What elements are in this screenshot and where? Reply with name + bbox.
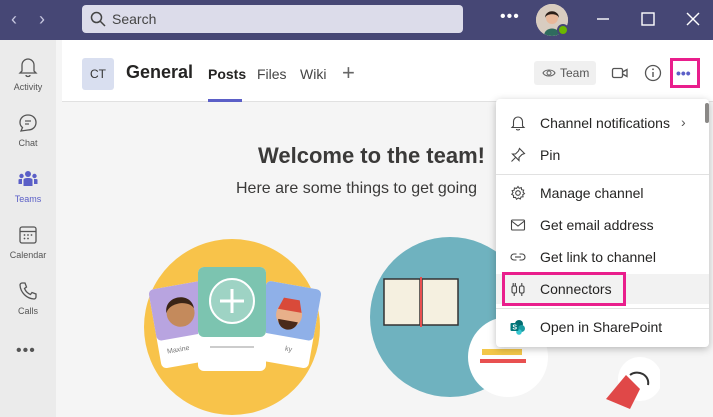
menu-item-get-link-to-channel[interactable]: Get link to channel	[496, 242, 709, 272]
minimize-icon[interactable]	[592, 8, 614, 30]
info-icon[interactable]	[644, 64, 662, 82]
settings-more-button[interactable]: •••	[500, 8, 520, 26]
tab-posts[interactable]: Posts	[208, 66, 246, 82]
teams-icon	[18, 171, 38, 186]
add-tab-button[interactable]: +	[342, 60, 355, 86]
tab-files[interactable]: Files	[257, 66, 287, 82]
menu-divider	[496, 308, 709, 309]
menu-item-get-email-address[interactable]: Get email address	[496, 210, 709, 240]
bell-icon	[18, 58, 38, 78]
rail-item-calls[interactable]: Calls	[0, 274, 56, 326]
channel-title: General	[126, 62, 194, 82]
more-apps-button[interactable]: •••	[16, 342, 36, 360]
menu-item-channel-notifications[interactable]: Channel notifications ›	[496, 108, 709, 138]
rail-item-teams[interactable]: Teams	[0, 162, 56, 214]
menu-item-label: Open in SharePoint	[540, 319, 663, 335]
link-icon	[510, 253, 526, 261]
menu-item-label: Channel notifications	[540, 115, 670, 131]
gear-icon	[510, 185, 526, 201]
rail-item-label: Teams	[14, 194, 42, 204]
menu-item-label: Manage channel	[540, 185, 644, 201]
app-rail: Activity Chat Teams Calendar Calls •••	[0, 40, 56, 417]
meet-video-icon[interactable]	[611, 64, 629, 82]
svg-text:S: S	[512, 325, 517, 332]
menu-item-pin[interactable]: Pin	[496, 140, 709, 170]
menu-item-label: Get link to channel	[540, 249, 656, 265]
calendar-icon	[19, 226, 37, 244]
welcome-subtitle: Here are some things to get going	[236, 180, 478, 197]
chevron-right-icon: ›	[681, 114, 686, 130]
presence-available-icon	[557, 24, 569, 36]
menu-item-label: Pin	[540, 147, 561, 163]
rail-item-label: Activity	[13, 82, 43, 92]
phone-icon	[19, 282, 37, 300]
rail-item-chat[interactable]: Chat	[0, 106, 56, 158]
add-people-illustration: Maxine ky	[144, 239, 322, 415]
chat-icon	[19, 114, 37, 132]
menu-item-manage-channel[interactable]: Manage channel	[496, 178, 709, 208]
tab-wiki[interactable]: Wiki	[300, 66, 326, 82]
channel-header: CT General Posts Files Wiki + Team •••	[62, 40, 713, 102]
sharepoint-icon: S	[510, 320, 525, 335]
rail-item-calendar[interactable]: Calendar	[0, 218, 56, 270]
welcome-heading: Welcome to the team!	[258, 143, 485, 168]
rail-item-label: Chat	[18, 138, 38, 148]
more-options-icon: •••	[676, 65, 691, 81]
close-icon[interactable]	[682, 8, 704, 30]
search-input[interactable]: Search	[82, 5, 463, 33]
team-button-label: Team	[560, 66, 590, 80]
forward-arrow-icon[interactable]: ›	[30, 8, 54, 30]
menu-item-open-in-sharepoint[interactable]: S Open in SharePoint	[496, 312, 709, 342]
active-tab-indicator	[208, 99, 242, 102]
rail-item-label: Calendar	[9, 250, 47, 260]
channel-more-options-button[interactable]: •••	[670, 58, 700, 88]
title-bar: ‹ › Search •••	[0, 0, 713, 40]
partial-illustration	[606, 357, 660, 409]
mail-icon	[510, 219, 526, 231]
eye-icon	[542, 69, 556, 77]
rail-item-activity[interactable]: Activity	[0, 50, 56, 102]
team-badge: CT	[82, 58, 114, 90]
menu-scrollbar[interactable]	[705, 103, 709, 123]
bell-icon	[510, 116, 526, 131]
back-arrow-icon[interactable]: ‹	[2, 8, 26, 30]
connectors-highlight-box	[502, 272, 626, 306]
rail-item-label: Calls	[17, 306, 38, 316]
search-icon	[90, 11, 106, 27]
team-button[interactable]: Team	[534, 61, 596, 85]
search-placeholder: Search	[112, 11, 157, 27]
maximize-icon[interactable]	[637, 8, 659, 30]
pin-icon	[511, 147, 526, 162]
menu-divider	[496, 174, 709, 175]
channel-options-menu: Channel notifications › Pin Manage chann…	[496, 99, 709, 347]
menu-item-label: Get email address	[540, 217, 654, 233]
